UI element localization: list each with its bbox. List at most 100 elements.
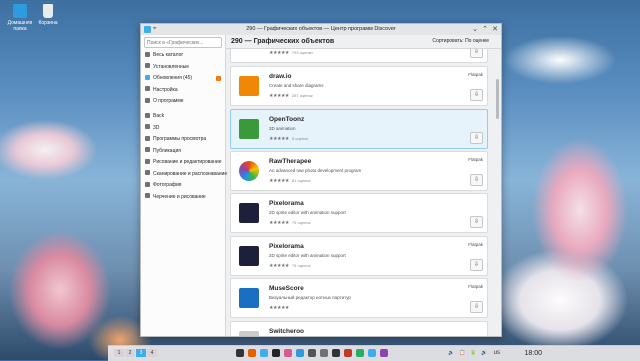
rating-count: 75 оценок xyxy=(291,263,311,268)
close-icon[interactable]: ✕ xyxy=(491,24,499,35)
app-name: Pixelorama xyxy=(269,243,304,250)
rating-stars: ★★★★★ 287 оценок xyxy=(269,93,313,99)
install-button[interactable]: ⇩ xyxy=(470,132,483,144)
sidebar-item-7[interactable]: 3D xyxy=(141,123,225,135)
sidebar-item-label: Весь каталог xyxy=(153,52,184,58)
sidebar-item-label: Настройка xyxy=(153,86,178,93)
rating-stars-value: ★★★★★ xyxy=(269,136,289,142)
firefox-icon[interactable] xyxy=(248,349,256,357)
rating-stars-value: ★★★★★ xyxy=(269,93,289,99)
sidebar-item-label: Обновления (45) xyxy=(153,75,193,81)
app-card[interactable]: Switcheroo⇩ xyxy=(230,321,488,336)
sidebar-item-5[interactable]: О программе xyxy=(141,96,225,108)
desktop-pager-2[interactable]: 2 xyxy=(125,349,135,357)
sidebar-item-8[interactable]: Программы просмотра xyxy=(141,134,225,146)
dolphin-icon[interactable] xyxy=(260,349,268,357)
app-card[interactable]: OpenToonz 2D animation ★★★★★ 5 оценок ⇩ xyxy=(230,109,488,149)
app-name: Pixelorama xyxy=(269,200,304,207)
discover-app-icon xyxy=(144,26,151,33)
app-name: RawTherapee xyxy=(269,158,312,165)
sidebar-item-4[interactable]: Настройка xyxy=(141,85,225,97)
app-name: Switcheroo xyxy=(269,328,305,335)
speaker-icon[interactable]: 🔊 xyxy=(481,349,487,357)
discover-icon[interactable] xyxy=(368,349,376,357)
volume-icon[interactable]: 🔉 xyxy=(448,349,454,357)
photos-icon[interactable] xyxy=(284,349,292,357)
sidebar-item-label: Программы просмотра xyxy=(153,136,207,142)
install-button[interactable]: ⇩ xyxy=(470,89,483,101)
sidebar-item-11[interactable]: Сканирование и распознавание xyxy=(141,169,227,181)
sidebar-item-6[interactable]: Back xyxy=(141,111,225,123)
sidebar-item-label: 3D xyxy=(153,124,160,131)
terminal-icon[interactable] xyxy=(332,349,340,357)
install-button[interactable]: ⇩ xyxy=(470,259,483,271)
rating-stars: ★★★★★ 81 оценка xyxy=(269,178,310,184)
app-card[interactable]: ★★★★★ 793 оценки ⇩ xyxy=(230,49,488,63)
overview-icon[interactable] xyxy=(236,349,244,357)
search-input[interactable] xyxy=(147,39,217,46)
back-arrow-icon xyxy=(145,112,150,118)
sidebar-item-12[interactable]: Фотография xyxy=(141,180,225,192)
install-button[interactable]: ⇩ xyxy=(470,174,483,186)
app-description: 2D sprite editor with animation support xyxy=(269,210,346,215)
desktop-pager-1[interactable]: 1 xyxy=(114,349,124,357)
app-card[interactable]: Pixelorama 2D sprite editor with animatio… xyxy=(230,193,488,233)
scrollbar[interactable] xyxy=(496,49,500,336)
konsole-icon[interactable] xyxy=(272,349,280,357)
battery-icon[interactable]: 🔋 xyxy=(470,349,476,357)
desktop-icon-trash[interactable]: Корзина xyxy=(30,4,66,26)
sidebar-item-9[interactable]: Публикация xyxy=(141,146,225,158)
rating-stars-value: ★★★★★ xyxy=(269,178,289,184)
clipboard-icon[interactable]: 📋 xyxy=(459,349,465,357)
desktop-icon-label: Корзина xyxy=(38,20,58,26)
app-list: ★★★★★ 793 оценки ⇩ draw.io Create and share … xyxy=(226,49,494,336)
camera-icon xyxy=(145,181,150,187)
music-icon[interactable] xyxy=(344,349,352,357)
minimize-icon[interactable]: ⌄ xyxy=(471,24,479,35)
installed-icon xyxy=(145,63,150,68)
app-card[interactable]: RawTherapee An advanced raw photo develop… xyxy=(230,151,488,191)
keyboard-layout[interactable]: us xyxy=(494,349,500,357)
app-description: 2D animation xyxy=(269,126,296,131)
search-field[interactable] xyxy=(144,37,222,48)
rating-stars: ★★★★★ 5 оценок xyxy=(269,136,308,142)
rating-stars: ★★★★★ xyxy=(269,305,292,311)
install-button[interactable]: ⇩ xyxy=(470,301,483,313)
clock[interactable]: 18:00 xyxy=(524,346,542,361)
pin-icon[interactable]: ⌖ xyxy=(153,24,156,35)
sidebar-item-13[interactable]: Черчение и рисование xyxy=(141,192,225,204)
taskbar: 1234 us 🔉 📋 🔋 🔊 18:00 xyxy=(108,345,640,361)
app-card[interactable]: draw.io Create and share diagrams Flatpak ★… xyxy=(230,66,488,106)
install-button[interactable]: ⇩ xyxy=(470,49,483,58)
settings-icon[interactable] xyxy=(308,349,316,357)
rating-count: 75 оценок xyxy=(291,220,311,225)
desktop-pager-3[interactable]: 3 xyxy=(136,349,146,357)
scrollbar-thumb[interactable] xyxy=(496,79,499,119)
sidebar-item-3[interactable]: Обновления (45)! xyxy=(141,73,225,85)
maximize-icon[interactable]: ⌃ xyxy=(481,24,489,35)
viewer-icon xyxy=(145,135,150,141)
window-title: 290 — Графических объектов — Центр прогр… xyxy=(246,26,396,32)
sort-dropdown[interactable]: Сортировать: По оценке xyxy=(432,35,489,48)
opentoonz-icon xyxy=(239,119,259,139)
sidebar-item-1[interactable]: Весь каталог xyxy=(141,50,225,62)
main-header: 290 — Графических объектов Сортировать: … xyxy=(226,35,501,49)
rating-count: 81 оценка xyxy=(291,178,311,183)
app-card[interactable]: MuseScore Визуальный редактор нотных парт… xyxy=(230,278,488,318)
install-button[interactable]: ⇩ xyxy=(470,216,483,228)
shield-icon[interactable] xyxy=(320,349,328,357)
scanner-icon xyxy=(145,170,150,175)
photo-icon[interactable] xyxy=(380,349,388,357)
sidebar-item-10[interactable]: Рисование и редактирование xyxy=(141,157,225,169)
settings-icon xyxy=(145,86,150,91)
store-icon[interactable] xyxy=(296,349,304,357)
sidebar-item-2[interactable]: Установленные xyxy=(141,62,225,74)
title-bar[interactable]: ⌖ 290 — Графических объектов — Центр про… xyxy=(141,24,501,35)
desktop-pager-4[interactable]: 4 xyxy=(147,349,157,357)
chat-icon[interactable] xyxy=(356,349,364,357)
app-source: Flatpak xyxy=(468,72,483,77)
publishing-icon xyxy=(145,147,150,152)
app-card[interactable]: Pixelorama 2D sprite editor with animatio… xyxy=(230,236,488,276)
drawio-icon xyxy=(239,76,259,96)
app-name: OpenToonz xyxy=(269,116,305,123)
